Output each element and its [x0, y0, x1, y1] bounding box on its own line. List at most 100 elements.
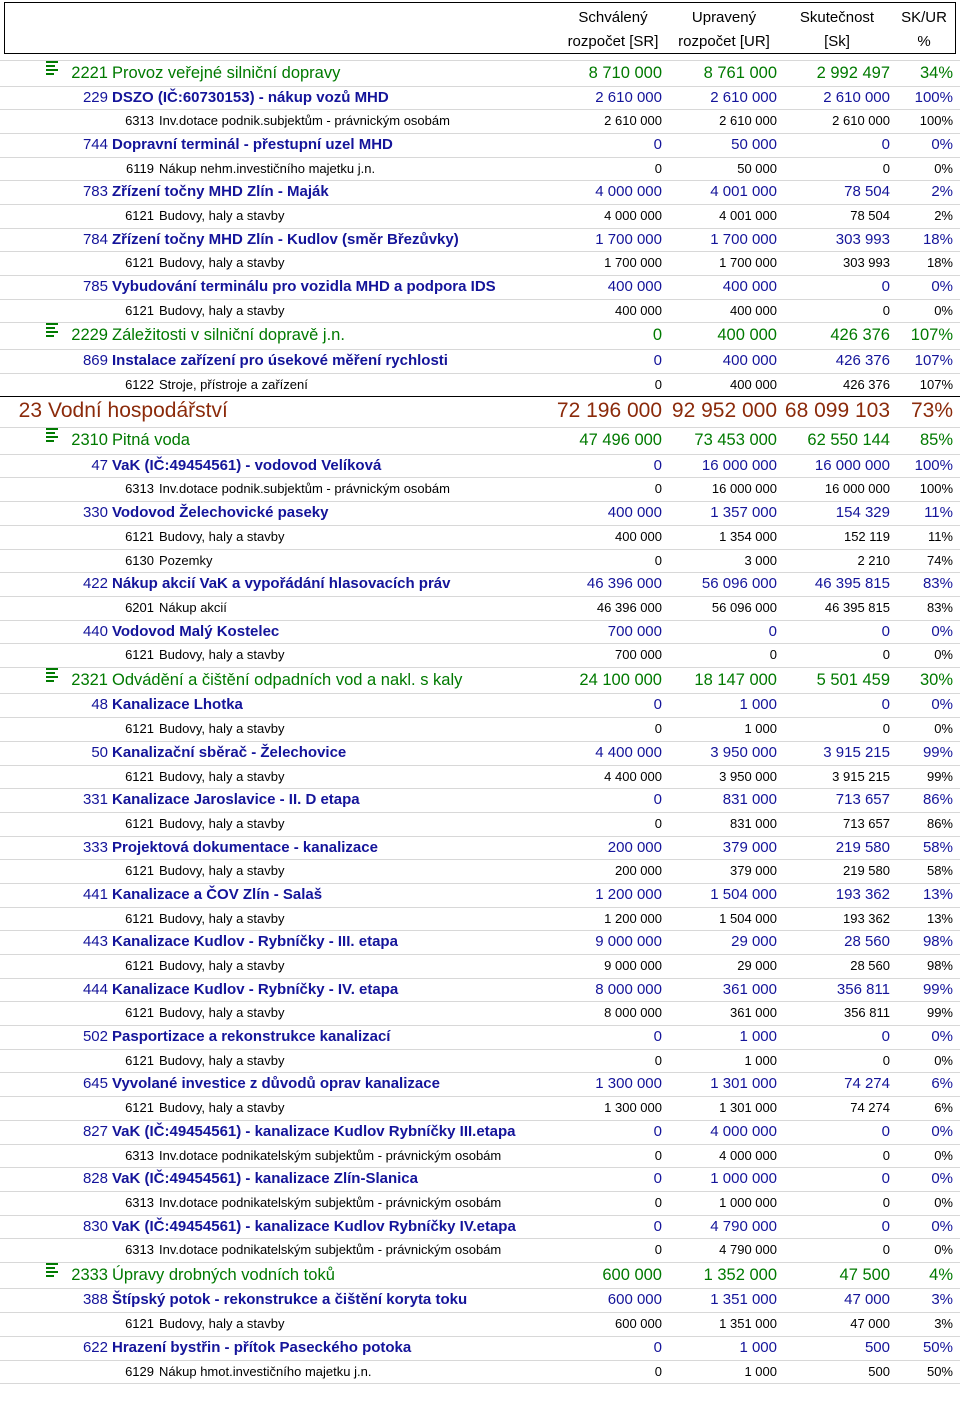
action-row: 502 Pasportizace a rekonstrukce kanalizac… — [0, 1026, 960, 1050]
value-upraveny: 831 000 — [730, 815, 777, 831]
item-row: 6121 Budovy, haly a stavby 400 000 400 000 0… — [0, 300, 960, 324]
header-label: Skutečnost — [799, 9, 875, 26]
value-skutecnost: 28 560 — [850, 958, 890, 973]
value-pct: 0% — [931, 696, 953, 714]
value-schvaleny: 0 — [654, 1194, 662, 1210]
row-code: 6122 — [125, 376, 154, 392]
row-name: Projektová dokumentace - kanalizace — [112, 838, 378, 856]
row-code: 6121 — [125, 815, 154, 831]
row-name: Pasportizace a rekonstrukce kanalizací — [112, 1028, 391, 1046]
value-schvaleny: 0 — [654, 481, 662, 497]
row-code: 783 — [82, 183, 108, 201]
value-upraveny: 1 504 000 — [719, 910, 777, 926]
row-name: VaK (IČ:49454561) - kanalizace Zlín-Slan… — [112, 1170, 418, 1188]
action-row: 333 Projektová dokumentace - kanalizace 20… — [0, 837, 960, 861]
item-row: 6201 Nákup akcií 46 396 000 56 096 000 46 39… — [0, 597, 960, 621]
paragraph-row: 2321 Odvádění a čištění odpadních vod a n… — [0, 667, 960, 695]
value-schvaleny: 1 700 000 — [604, 255, 662, 271]
value-schvaleny: 2 610 000 — [595, 88, 662, 106]
item-row: 6121 Budovy, haly a stavby 1 200 000 1 504 … — [0, 908, 960, 932]
item-row: 6121 Budovy, haly a stavby 0 831 000 713 657… — [0, 813, 960, 837]
row-code: 2333 — [71, 1265, 108, 1284]
value-upraveny: 361 000 — [730, 1005, 777, 1021]
item-row: 6119 Nákup nehm.investičního majetku j.n.… — [0, 158, 960, 182]
action-row: 784 Zřízení točny MHD Zlín - Kudlov (směr… — [0, 229, 960, 253]
value-skutecnost: 28 560 — [844, 933, 890, 951]
value-upraveny: 0 — [769, 647, 777, 663]
value-schvaleny: 47 496 000 — [579, 431, 662, 450]
value-schvaleny: 4 400 000 — [604, 768, 662, 784]
row-name: Zřízení točny MHD Zlín - Kudlov (směr Bř… — [112, 230, 459, 248]
value-schvaleny: 0 — [654, 160, 662, 176]
row-code: 6119 — [126, 160, 154, 176]
value-skutecnost: 713 657 — [835, 791, 890, 809]
value-upraveny: 4 790 000 — [710, 1217, 777, 1235]
value-schvaleny: 400 000 — [615, 528, 662, 544]
value-skutecnost: 0 — [881, 278, 890, 295]
value-skutecnost: 78 504 — [850, 207, 890, 223]
value-pct: 107% — [910, 326, 953, 345]
value-skutecnost: 3 915 215 — [832, 768, 890, 784]
value-pct: 6% — [934, 1100, 953, 1116]
row-code: 422 — [82, 575, 108, 593]
value-upraveny: 4 001 000 — [719, 207, 777, 223]
value-pct: 0% — [934, 1242, 953, 1258]
item-row: 6122 Stroje, přístroje a zařízení 0 400 000… — [0, 374, 960, 398]
value-upraveny: 29 000 — [731, 933, 777, 951]
item-row: 6130 Pozemky 0 3 000 2 210 74% — [0, 550, 960, 574]
action-row: 229 DSZO (IČ:60730153) - nákup vozů MHD 2 … — [0, 87, 960, 111]
value-upraveny: 400 000 — [717, 326, 777, 345]
action-row: 744 Dopravní terminál - přestupní uzel MH… — [0, 134, 960, 158]
action-row: 50 Kanalizační sběrač - Želechovice 4 400 … — [0, 742, 960, 766]
item-row: 6121 Budovy, haly a stavby 4 400 000 3 950 … — [0, 766, 960, 790]
value-skutecnost: 0 — [882, 721, 890, 737]
value-skutecnost: 152 119 — [843, 528, 890, 544]
row-code: 6121 — [125, 768, 154, 784]
value-pct: 0% — [934, 1194, 953, 1210]
row-name: Budovy, haly a stavby — [159, 207, 285, 223]
value-schvaleny: 400 000 — [615, 302, 662, 318]
value-pct: 30% — [919, 670, 953, 689]
value-skutecnost: 0 — [881, 135, 890, 153]
value-skutecnost: 2 992 497 — [816, 64, 890, 82]
value-pct: 99% — [926, 768, 953, 784]
value-skutecnost: 74 274 — [850, 1100, 890, 1116]
row-name: Budovy, haly a stavby — [159, 910, 285, 926]
header-label: rozpočet [SR] — [567, 33, 659, 50]
row-code: 645 — [82, 1075, 108, 1093]
action-row: 330 Vodovod Želechovické paseky 400 000 1 3… — [0, 502, 960, 526]
value-pct: 18% — [922, 230, 953, 248]
row-name: Budovy, haly a stavby — [159, 768, 285, 784]
value-schvaleny: 0 — [654, 1052, 662, 1068]
row-name: Kanalizace Lhotka — [112, 696, 243, 714]
value-schvaleny: 200 000 — [607, 838, 662, 856]
paragraph-marker-icon — [46, 323, 58, 341]
action-row: 444 Kanalizace Kudlov - Rybníčky - IV. et… — [0, 979, 960, 1003]
value-pct: 4% — [929, 1265, 953, 1284]
row-code: 6121 — [125, 1005, 154, 1021]
value-upraveny: 4 790 000 — [719, 1242, 777, 1258]
row-code: 6121 — [125, 958, 154, 973]
value-pct: 0% — [934, 1052, 953, 1068]
item-row: 6121 Budovy, haly a stavby 600 000 1 351 00… — [0, 1313, 960, 1337]
value-schvaleny: 600 000 — [607, 1291, 662, 1309]
value-schvaleny: 0 — [653, 135, 662, 153]
value-upraveny: 1 700 000 — [710, 230, 777, 248]
value-skutecnost: 426 376 — [843, 376, 890, 392]
value-skutecnost: 2 610 000 — [823, 88, 890, 106]
value-upraveny: 379 000 — [722, 838, 777, 856]
value-upraveny: 1 000 — [739, 1028, 777, 1046]
value-pct: 50% — [926, 1363, 953, 1379]
value-schvaleny: 24 100 000 — [579, 670, 662, 689]
value-pct: 50% — [922, 1338, 953, 1356]
row-code: 50 — [91, 743, 108, 761]
value-upraveny: 2 610 000 — [710, 88, 777, 106]
value-schvaleny: 200 000 — [615, 863, 662, 879]
row-name: Inv.dotace podnik.subjektům - právnickým… — [159, 481, 450, 497]
row-name: Nákup nehm.investičního majetku j.n. — [159, 160, 376, 176]
value-schvaleny: 1 300 000 — [595, 1075, 662, 1093]
paragraph-marker-icon — [46, 428, 58, 446]
value-skutecnost: 68 099 103 — [784, 399, 890, 423]
value-upraveny: 361 000 — [722, 980, 777, 998]
row-name: Inv.dotace podnikatelským subjektům - pr… — [159, 1242, 502, 1258]
